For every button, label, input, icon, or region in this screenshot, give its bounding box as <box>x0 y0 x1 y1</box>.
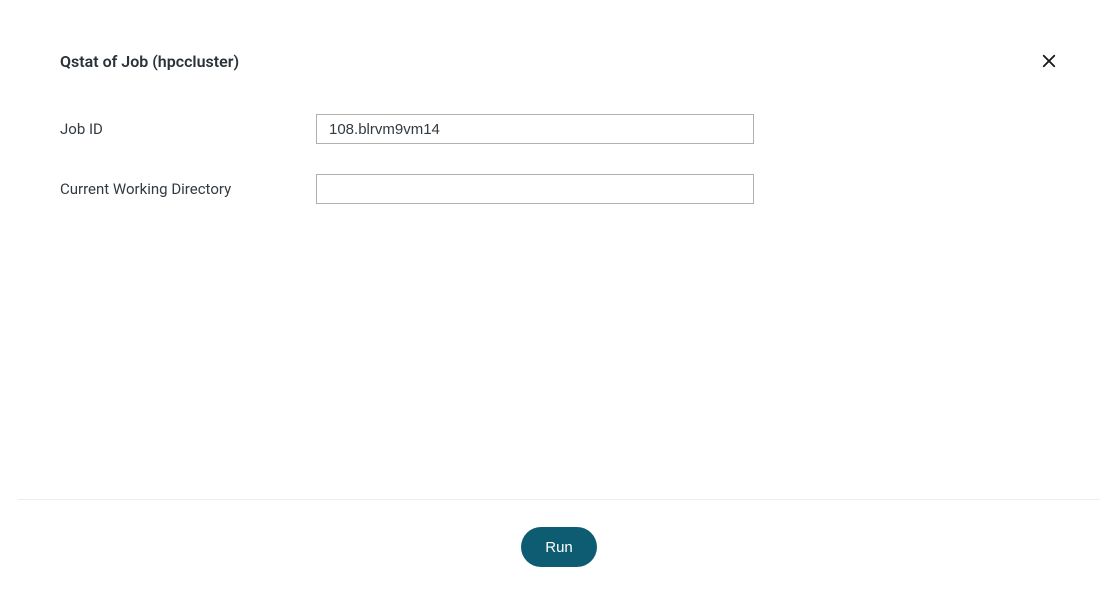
form-row-cwd: Current Working Directory <box>60 174 1058 204</box>
job-id-input[interactable] <box>316 114 754 144</box>
run-button[interactable]: Run <box>521 527 597 567</box>
dialog-title: Qstat of Job (hpccluster) <box>60 52 239 71</box>
cwd-label: Current Working Directory <box>60 180 316 198</box>
form-area: Job ID Current Working Directory <box>0 74 1118 204</box>
form-row-job-id: Job ID <box>60 114 1058 144</box>
dialog-header: Qstat of Job (hpccluster) <box>0 0 1118 74</box>
footer-bar: Run <box>0 500 1118 594</box>
job-id-label: Job ID <box>60 120 316 138</box>
close-icon <box>1040 52 1058 70</box>
close-button[interactable] <box>1036 48 1062 74</box>
cwd-input[interactable] <box>316 174 754 204</box>
